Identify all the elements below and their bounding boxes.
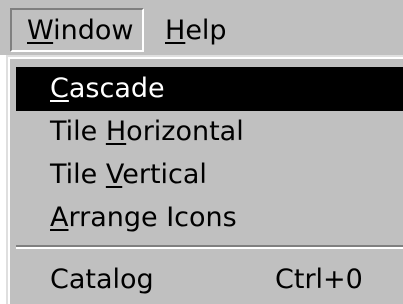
menu-item-tile-horizontal-pre: Tile bbox=[50, 116, 106, 147]
menu-item-cascade-mnemonic: C bbox=[50, 73, 69, 104]
window-menu-panel: Cascade Tile Horizontal Tile Vertical Ar… bbox=[8, 57, 403, 304]
menu-item-arrange-icons-rest: rrange Icons bbox=[68, 202, 237, 233]
menu-item-tile-horizontal-mnemonic: H bbox=[105, 116, 127, 147]
menu-item-arrange-icons-mnemonic: A bbox=[50, 202, 69, 233]
menu-item-tile-horizontal[interactable]: Tile Horizontal bbox=[16, 110, 403, 154]
menu-item-tile-vertical-mnemonic: V bbox=[105, 159, 123, 190]
menu-window[interactable]: Window bbox=[10, 8, 144, 52]
menu-item-cascade[interactable]: Cascade bbox=[16, 67, 403, 111]
menu-item-catalog-label: Catalog bbox=[50, 264, 154, 295]
menu-item-arrange-icons[interactable]: Arrange Icons bbox=[16, 196, 403, 240]
menu-separator bbox=[16, 245, 403, 249]
menu-item-tile-horizontal-rest: orizontal bbox=[126, 116, 244, 147]
menu-item-catalog-shortcut: Ctrl+0 bbox=[275, 264, 363, 295]
menu-bar: Window Help bbox=[0, 0, 403, 55]
menu-help-label-rest: elp bbox=[185, 15, 227, 46]
window-menu-dropdown: Cascade Tile Horizontal Tile Vertical Ar… bbox=[6, 55, 403, 304]
menu-item-cascade-rest: ascade bbox=[68, 73, 165, 104]
menu-item-tile-vertical-pre: Tile bbox=[50, 159, 106, 190]
menu-item-tile-vertical[interactable]: Tile Vertical bbox=[16, 153, 403, 197]
menu-help[interactable]: Help bbox=[154, 8, 241, 52]
menu-window-label-rest: indow bbox=[53, 15, 134, 46]
menu-help-mnemonic: H bbox=[165, 15, 186, 46]
menu-item-tile-vertical-rest: ertical bbox=[122, 159, 207, 190]
menu-item-catalog[interactable]: Catalog Ctrl+0 bbox=[16, 258, 403, 302]
menu-window-mnemonic: W bbox=[27, 15, 54, 46]
